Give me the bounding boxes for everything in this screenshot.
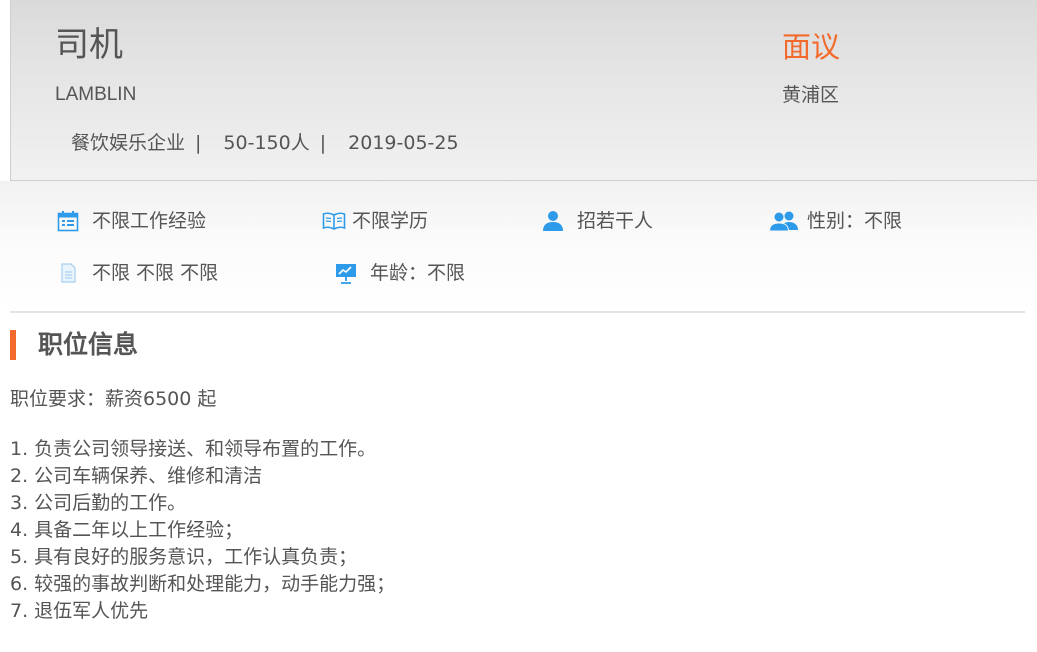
section-title: 职位信息 bbox=[38, 330, 139, 359]
presentation-icon bbox=[334, 261, 358, 285]
company-name[interactable]: LAMBLIN bbox=[55, 82, 136, 108]
duty-item: 4. 具备二年以上工作经验； bbox=[10, 519, 244, 541]
feature-education: 不限学历 bbox=[322, 208, 428, 234]
company-meta: 餐饮娱乐企业 | 50-150人 | 2019-05-25 bbox=[71, 129, 459, 157]
meta-separator: | bbox=[319, 132, 327, 154]
meta-separator: | bbox=[195, 132, 202, 154]
duty-item: 1. 负责公司领导接送、和领导布置的工作。 bbox=[10, 438, 377, 460]
job-features bbox=[0, 181, 1037, 312]
salary: 面议 bbox=[782, 30, 841, 64]
feature-label: 不限学历 bbox=[352, 210, 429, 232]
feature-label: 性别：不限 bbox=[807, 210, 903, 232]
feature-headcount: 招若干人 bbox=[541, 208, 653, 234]
duty-item: 3. 公司后勤的工作。 bbox=[10, 492, 187, 514]
job-title: 司机 bbox=[55, 25, 123, 65]
feature-label: 不限工作经验 bbox=[92, 210, 207, 232]
job-header-card: 司机 LAMBLIN 餐饮娱乐企业 | 50-150人 | 2019-05-25 面议 … bbox=[10, 0, 1037, 181]
calendar-icon bbox=[56, 209, 80, 233]
people-icon bbox=[769, 209, 799, 233]
feature-age: 年龄：不限 bbox=[334, 260, 465, 286]
duty-list: 1. 负责公司领导接送、和领导布置的工作。 2. 公司车辆保养、维修和清洁 3.… bbox=[10, 436, 395, 625]
person-icon bbox=[541, 209, 565, 233]
district: 黄浦区 bbox=[782, 84, 840, 106]
section-header: 职位信息 bbox=[10, 328, 138, 362]
feature-label: 不限 不限 不限 bbox=[92, 262, 219, 284]
book-icon bbox=[322, 209, 346, 233]
feature-label: 年龄：不限 bbox=[370, 262, 466, 284]
feature-label: 招若干人 bbox=[577, 210, 654, 232]
feature-gender: 性别：不限 bbox=[769, 208, 902, 234]
duty-item: 6. 较强的事故判断和处理能力，动手能力强； bbox=[10, 573, 396, 595]
duty-item: 2. 公司车辆保养、维修和清洁 bbox=[10, 465, 263, 487]
feature-misc: 不限 不限 不限 bbox=[56, 260, 218, 286]
company-size: 50-150人 bbox=[223, 132, 310, 154]
duty-item: 7. 退伍军人优先 bbox=[10, 600, 149, 622]
section-divider bbox=[10, 311, 1025, 313]
feature-experience: 不限工作经验 bbox=[56, 208, 206, 234]
document-icon bbox=[56, 261, 80, 285]
company-industry: 餐饮娱乐企业 bbox=[71, 132, 186, 154]
section-accent-bar bbox=[10, 330, 16, 360]
post-date: 2019-05-25 bbox=[348, 132, 459, 154]
job-requirement: 职位要求：薪资6500 起 bbox=[10, 388, 217, 410]
duty-item: 5. 具有良好的服务意识，工作认真负责； bbox=[10, 546, 358, 568]
